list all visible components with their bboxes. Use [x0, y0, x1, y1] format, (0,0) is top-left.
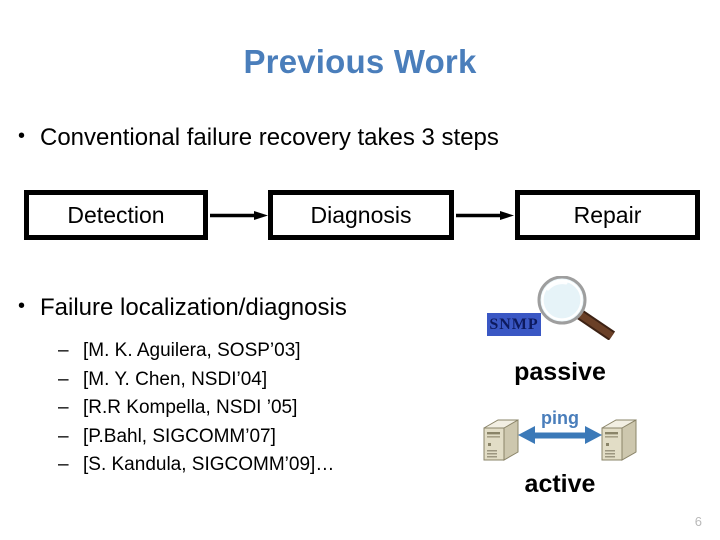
server-right-icon — [601, 419, 637, 461]
list-item: – [M. Y. Chen, NSDI’04] — [58, 366, 334, 395]
label-passive: passive — [514, 358, 606, 386]
dash-marker-icon: – — [58, 454, 69, 475]
flow-arrow-diagnosis-to-repair-icon — [456, 211, 514, 220]
magnifier-icon — [537, 276, 616, 340]
dash-marker-icon: – — [58, 340, 69, 361]
flow-box-repair: Repair — [515, 190, 700, 240]
bullet-marker-icon: • — [18, 295, 26, 317]
label-active: active — [524, 470, 596, 498]
page-number: 6 — [694, 514, 702, 529]
dash-marker-icon: – — [58, 368, 69, 390]
ping-diagram — [483, 419, 637, 461]
dash-marker-icon: – — [58, 397, 69, 418]
list-item: – [R.R Kompella, NSDI ’05] — [58, 394, 334, 423]
citation-list: – [M. K. Aguilera, SOSP’03] – [M. Y. Che… — [58, 337, 334, 480]
dash-marker-icon: – — [58, 425, 69, 447]
bullet-conventional-steps: • Conventional failure recovery takes 3 … — [18, 124, 499, 152]
list-item: – [M. K. Aguilera, SOSP’03] — [58, 337, 334, 366]
citation-text: [M. Y. Chen, NSDI’04] — [83, 368, 268, 390]
flow-arrow-detection-to-diagnosis-icon — [210, 211, 268, 220]
list-item: – [S. Kandula, SIGCOMM’09]… — [58, 451, 334, 480]
citation-text: [R.R Kompella, NSDI ’05] — [83, 397, 298, 418]
flow-box-repair-label: Repair — [573, 201, 642, 228]
list-item: – [P.Bahl, SIGCOMM’07] — [58, 423, 334, 452]
flow-box-diagnosis-label: Diagnosis — [310, 201, 412, 228]
citation-text: [M. K. Aguilera, SOSP’03] — [83, 340, 301, 361]
page-title: Previous Work — [243, 43, 477, 80]
bullet-marker-icon: • — [18, 125, 26, 147]
slide-canvas: Previous Work • Conventional failure rec… — [0, 0, 720, 540]
flow-box-detection: Detection — [24, 190, 208, 240]
ping-arrow-icon — [518, 426, 602, 444]
server-left-icon — [483, 419, 519, 461]
citation-text: [S. Kandula, SIGCOMM’09]… — [83, 454, 335, 475]
citation-text: [P.Bahl, SIGCOMM’07] — [83, 425, 276, 447]
bullet-conventional-text: Conventional failure recovery takes 3 st… — [40, 124, 499, 151]
bullet-failure-localization: • Failure localization/diagnosis — [18, 294, 347, 322]
flow-box-diagnosis: Diagnosis — [268, 190, 454, 240]
bullet-failure-text: Failure localization/diagnosis — [40, 294, 347, 321]
flow-box-detection-label: Detection — [67, 201, 165, 228]
